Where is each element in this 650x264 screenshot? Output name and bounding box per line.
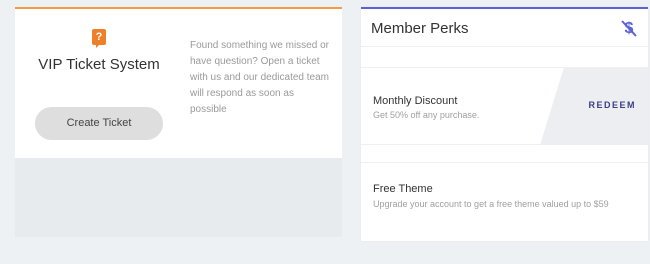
help-icon: ? bbox=[92, 29, 106, 48]
perk-name: Free Theme bbox=[373, 183, 433, 195]
create-ticket-button[interactable]: Create Ticket bbox=[35, 107, 163, 140]
perk-description: Get 50% off any purchase. bbox=[373, 110, 480, 120]
dollar-off-icon: $ bbox=[621, 20, 637, 37]
perk-description: Upgrade your account to get a free theme… bbox=[373, 199, 609, 209]
perk-name: Monthly Discount bbox=[373, 95, 458, 107]
vip-ticket-card: ? VIP Ticket System Create Ticket Found … bbox=[15, 7, 342, 237]
member-perks-header: Member Perks $ bbox=[361, 9, 648, 47]
member-perks-title: Member Perks bbox=[371, 20, 469, 37]
vip-ticket-description: Found something we missed or have questi… bbox=[190, 40, 329, 115]
redeem-button[interactable]: REDEEM bbox=[588, 100, 636, 110]
member-perks-card: Member Perks $ Monthly Discount Get 50% … bbox=[361, 7, 648, 241]
vip-ticket-title: VIP Ticket System bbox=[38, 56, 160, 73]
vip-ticket-panel: ? VIP Ticket System Create Ticket Found … bbox=[15, 7, 342, 158]
perk-free-theme: Free Theme Upgrade your account to get a… bbox=[361, 162, 648, 240]
redeem-panel: REDEEM bbox=[540, 68, 648, 145]
vip-ticket-left: ? VIP Ticket System Create Ticket bbox=[15, 9, 183, 158]
perk-monthly-discount: Monthly Discount Get 50% off any purchas… bbox=[361, 67, 648, 145]
